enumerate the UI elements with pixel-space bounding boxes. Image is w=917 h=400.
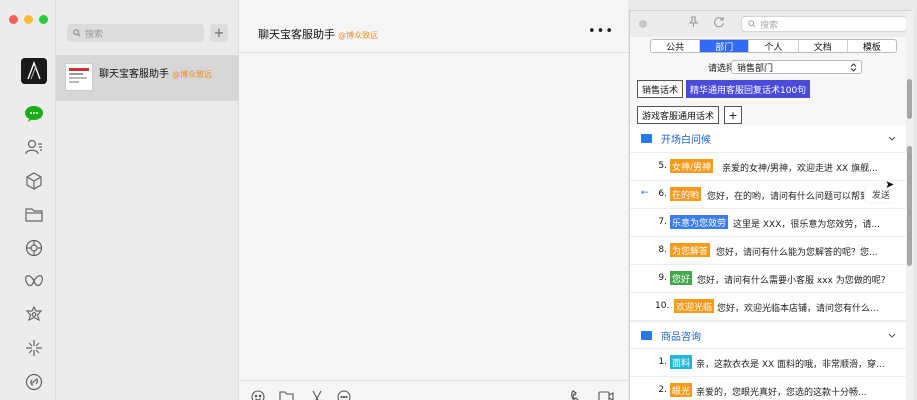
reply-item[interactable]: ← 6. 在的哟 您好，在的哟，请问有什么问题可以帮到 发送 [630, 181, 906, 209]
contacts-icon[interactable] [24, 137, 44, 157]
panel-search-input[interactable]: 搜索 [741, 16, 907, 32]
reply-tag: 为您解答 [670, 243, 711, 257]
section-title: 开场白问候 [661, 135, 711, 146]
scope-tabs: 公共 部门 个人 文档 模板 [650, 39, 897, 53]
pin-icon[interactable] [688, 16, 699, 28]
conversation-org: @博众致远 [172, 70, 212, 79]
add-button[interactable]: + [210, 24, 228, 42]
chevron-down-icon [888, 136, 896, 141]
refresh-icon[interactable] [713, 16, 725, 28]
panel-toolbar: 搜索 [630, 11, 913, 37]
arrow-left-icon: ← [641, 188, 649, 198]
butterfly-icon[interactable] [24, 271, 44, 291]
tab-department[interactable]: 部门 [700, 40, 750, 52]
folder-icon [641, 330, 652, 340]
reply-list: 开场白问候 5. 女神/男神 亲爱的女神/男神，欢迎走进 XX 旗舰... ← … [630, 125, 906, 400]
conversation-name: 聊天宝客服助手 [99, 69, 169, 80]
reply-item[interactable]: 5. 女神/男神 亲爱的女神/男神，欢迎走进 XX 旗舰... [630, 153, 906, 181]
mouse-cursor-icon: ➤ [885, 178, 895, 191]
chevron-updown-icon [850, 62, 857, 72]
reply-text: 您好，请问有什么能为您解答的呢？您... [716, 248, 878, 258]
window-controls [9, 15, 48, 24]
tab-templates[interactable]: 模板 [848, 40, 896, 53]
reply-text: 您好，在的哟，请问有什么问题可以帮到 [707, 192, 864, 202]
more-icon[interactable]: ••• [588, 24, 614, 39]
link-icon[interactable] [24, 372, 44, 392]
search-placeholder: 搜索 [85, 29, 104, 40]
emoji-icon[interactable] [251, 390, 265, 400]
cube-icon[interactable] [24, 171, 44, 191]
phone-icon[interactable] [570, 390, 582, 400]
chat-nav-icon[interactable] [24, 104, 44, 124]
reply-tag: 在的哟 [670, 187, 702, 201]
reply-text: 您好，请问有什么需要小客服 xxx 为您做的呢？ [697, 276, 890, 286]
reply-tag: 您好 [670, 271, 693, 285]
chat-history-icon[interactable] [337, 390, 351, 400]
search-input[interactable]: 搜索 [67, 24, 204, 42]
chevron-down-icon [888, 333, 896, 338]
scrollbar-thumb[interactable] [907, 146, 912, 266]
reply-item[interactable]: 9. 您好 您好，请问有什么需要小客服 xxx 为您做的呢？ [630, 265, 906, 293]
minimize-window-button[interactable] [24, 15, 33, 24]
folder-icon [641, 134, 652, 143]
reply-text: 您好，欢迎光临本店铺，请问您有什么... [717, 304, 879, 314]
conversation-list: 搜索 + 聊天宝客服助手 @博众致远 [56, 0, 239, 400]
conversation-item[interactable]: 聊天宝客服助手 @博众致远 [56, 55, 239, 101]
window-dot-icon[interactable] [639, 20, 647, 28]
reply-tag: 眼光 [670, 383, 693, 397]
title-org: @博众致远 [338, 31, 378, 40]
reply-item[interactable]: 8. 为您解答 您好，请问有什么能为您解答的呢？您... [630, 237, 906, 265]
close-window-button[interactable] [9, 15, 18, 24]
tab-documents[interactable]: 文档 [799, 40, 848, 52]
divider [240, 52, 628, 53]
category-sales-script[interactable]: 销售话术 [637, 80, 684, 98]
reply-text: 亲爱的女神/男神，欢迎走进 XX 旗舰... [722, 164, 878, 174]
page-title: 聊天宝客服助手 [258, 28, 335, 41]
reply-item[interactable]: 2. 眼光 亲爱的，您眼光真好，您选的这款十分畅... [630, 377, 906, 400]
reply-text: 这里是 XXX，很乐意为您效劳，请... [733, 220, 880, 230]
category-game-support[interactable]: 游戏客服通用话术 [637, 106, 720, 124]
section-title: 商品咨询 [661, 331, 701, 343]
reply-tag: 面料 [670, 355, 693, 369]
icon-sidebar [0, 0, 56, 400]
mini-program-icon[interactable] [24, 305, 44, 325]
scissors-icon[interactable] [310, 390, 324, 400]
department-select[interactable]: 销售部门 [731, 60, 862, 74]
reply-item[interactable]: 10. 欢迎光临 您好，欢迎光临本店铺，请问您有什么... [630, 293, 906, 321]
chat-window: 搜索 + 聊天宝客服助手 @博众致远 聊天宝客服助手 @博众致远 ••• [0, 0, 628, 400]
screen: 搜索 + 聊天宝客服助手 @博众致远 聊天宝客服助手 @博众致远 ••• 搜索 … [0, 0, 917, 400]
reply-item[interactable]: 7. 乐意为您效劳 这里是 XXX，很乐意为您效劳，请... [630, 209, 906, 237]
divider [240, 380, 628, 381]
tab-personal[interactable]: 个人 [749, 40, 799, 52]
reply-tag: 女神/男神 [670, 159, 714, 173]
avatar[interactable] [21, 58, 47, 84]
zoom-window-button[interactable] [39, 15, 48, 24]
reply-assistant-panel: 搜索 公共 部门 个人 文档 模板 请选择部门 销售部门 销售话术 精华通用客服… [629, 10, 913, 400]
search-icon [748, 20, 756, 28]
panel-search-placeholder: 搜索 [760, 20, 779, 31]
reply-tag: 乐意为您效劳 [670, 215, 729, 229]
chat-area: 聊天宝客服助手 @博众致远 ••• [240, 0, 628, 400]
folder-icon[interactable] [24, 204, 44, 224]
sparkle-icon[interactable] [24, 338, 44, 358]
reply-text: 亲，这款衣衣是 XX 面料的哦，非常顺滑，穿... [696, 360, 885, 370]
scrollbar-thumb[interactable] [907, 79, 912, 119]
category-top-100-replies[interactable]: 精华通用客服回复话术100句 [686, 80, 811, 98]
video-icon[interactable] [598, 390, 614, 400]
scrollbar[interactable] [906, 11, 913, 400]
add-category-button[interactable]: + [724, 106, 742, 124]
moments-icon[interactable] [24, 238, 44, 258]
section-header[interactable]: 开场白问候 [630, 125, 906, 153]
section-header[interactable]: 商品咨询 [630, 321, 906, 349]
search-icon [73, 29, 81, 37]
reply-tag: 欢迎光临 [674, 299, 715, 313]
conversation-thumbnail [65, 63, 93, 91]
folder-icon[interactable] [279, 390, 294, 400]
reply-item[interactable]: 1. 面料 亲，这款衣衣是 XX 面料的哦，非常顺滑，穿... [630, 349, 906, 377]
tab-public[interactable]: 公共 [651, 40, 701, 52]
reply-text: 亲爱的，您眼光真好，您选的这款十分畅... [696, 388, 867, 398]
department-value: 销售部门 [737, 63, 774, 74]
